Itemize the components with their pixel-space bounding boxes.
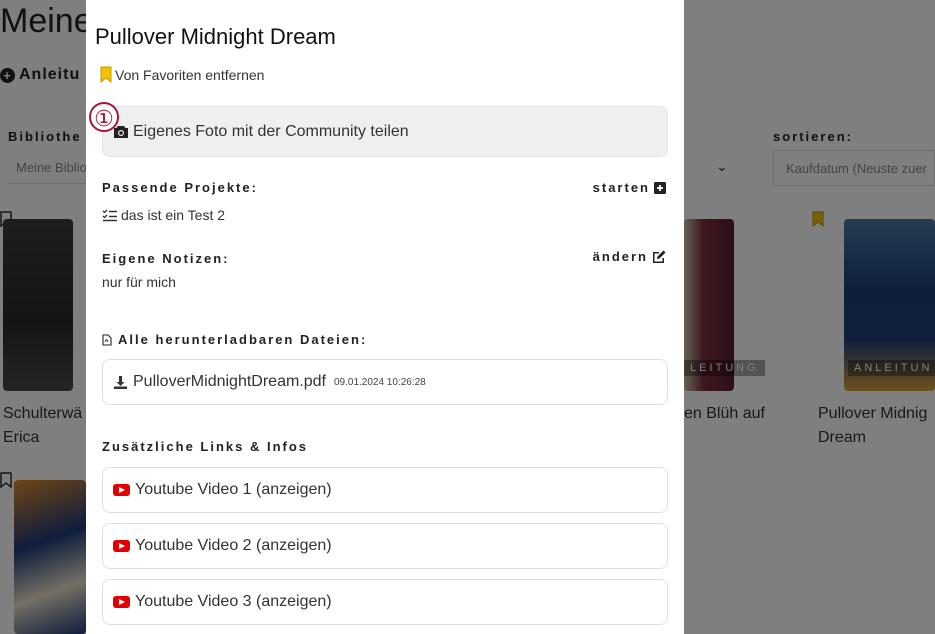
share-photo-label: Eigenes Foto mit der Community teilen <box>133 122 409 140</box>
youtube-link-2-label: Youtube Video 2 (anzeigen) <box>135 537 332 554</box>
youtube-link-1[interactable]: Youtube Video 1 (anzeigen) <box>102 467 668 513</box>
start-project-label: starten <box>592 180 650 195</box>
file-date: 09.01.2024 10:26:28 <box>333 376 426 388</box>
start-project-button[interactable]: starten <box>593 180 666 195</box>
files-section-label: Alle herunterladbaren Dateien: <box>102 332 367 347</box>
youtube-icon <box>113 484 130 496</box>
youtube-link-2[interactable]: Youtube Video 2 (anzeigen) <box>102 523 668 569</box>
download-file-link[interactable]: PulloverMidnightDream.pdf 09.01.2024 10:… <box>102 359 668 405</box>
bookmark-filled-icon <box>100 66 112 83</box>
youtube-link-1-label: Youtube Video 1 (anzeigen) <box>135 481 332 498</box>
modal-title: Pullover Midnight Dream <box>95 24 336 49</box>
projects-section-label: Passende Projekte: <box>102 180 258 195</box>
remove-favorite-link[interactable]: Von Favoriten entfernen <box>100 66 264 83</box>
youtube-link-3-label: Youtube Video 3 (anzeigen) <box>135 593 332 610</box>
pdf-file-icon <box>102 333 112 346</box>
download-icon <box>114 375 127 389</box>
edit-icon <box>653 250 666 263</box>
pattern-detail-modal: Pullover Midnight Dream Von Favoriten en… <box>86 0 684 634</box>
files-section-label-text: Alle herunterladbaren Dateien: <box>118 332 368 347</box>
plus-square-icon <box>654 181 666 194</box>
remove-favorite-label: Von Favoriten entfernen <box>115 66 265 83</box>
notes-text: nur für mich <box>102 274 176 290</box>
share-photo-button[interactable]: ① Eigenes Foto mit der Community teilen <box>89 102 668 157</box>
step-marker-badge: ① <box>89 102 119 132</box>
project-item-label: das ist ein Test 2 <box>121 207 226 223</box>
tasks-list-icon <box>102 209 117 221</box>
file-name: PulloverMidnightDream.pdf <box>133 373 326 390</box>
edit-notes-label: ändern <box>592 249 648 264</box>
links-section-label: Zusätzliche Links & Infos <box>102 439 309 454</box>
project-item[interactable]: das ist ein Test 2 <box>102 207 225 223</box>
notes-section-label: Eigene Notizen: <box>102 251 230 266</box>
youtube-icon <box>113 540 130 552</box>
edit-notes-button[interactable]: ändern <box>593 249 666 264</box>
youtube-icon <box>113 596 130 608</box>
youtube-link-3[interactable]: Youtube Video 3 (anzeigen) <box>102 579 668 625</box>
